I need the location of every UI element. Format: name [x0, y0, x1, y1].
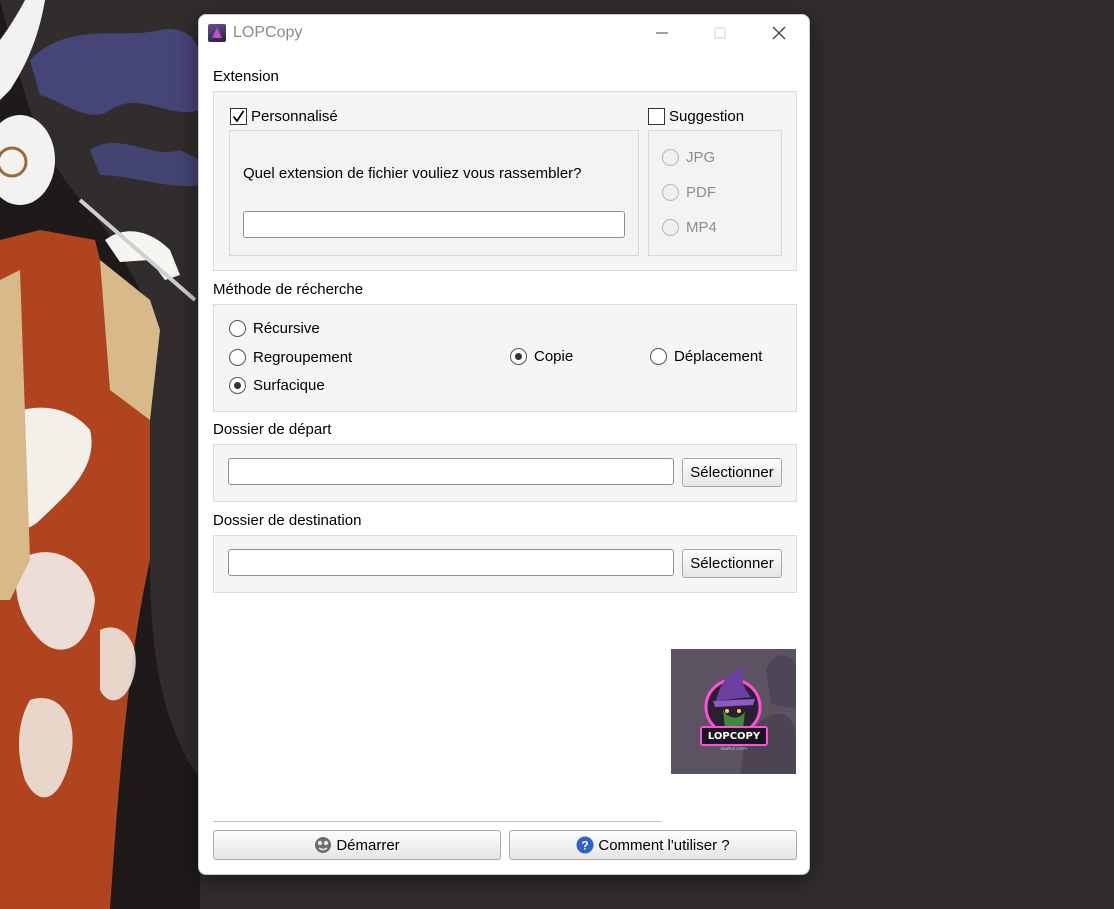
method-label-regroupement: Regroupement: [253, 349, 353, 366]
method-radio-regroupement[interactable]: [229, 349, 246, 366]
logo-text: LOPCOPY: [707, 731, 761, 742]
window-title: LOPCopy: [233, 24, 303, 41]
extension-prompt: Quel extension de fichier vouliez vous r…: [243, 165, 582, 182]
method-group: Récursive Regroupement Surfacique Copie …: [213, 304, 797, 412]
suggestion-checkbox[interactable]: [648, 108, 665, 125]
lopcopy-window: LOPCopy Extension Personnalisé Quel exte…: [198, 14, 810, 875]
source-section-label: Dossier de départ: [213, 421, 332, 438]
logo-subtitle: SIMPLE COPY: [720, 746, 748, 751]
app-icon: [208, 24, 226, 42]
suggestion-label-jpg: JPG: [686, 149, 716, 166]
start-icon: [315, 837, 332, 853]
mode-radio-deplacement[interactable]: [650, 348, 667, 365]
wizard-logo-icon: [671, 649, 796, 774]
custom-extension-panel: Quel extension de fichier vouliez vous r…: [229, 130, 639, 256]
svg-text:?: ?: [582, 839, 589, 853]
checkmark-icon: [232, 110, 245, 123]
help-button[interactable]: ? Comment l'utiliser ?: [509, 830, 797, 860]
extension-group: Personnalisé Quel extension de fichier v…: [213, 91, 797, 271]
suggestion-radio-mp4[interactable]: [662, 219, 679, 236]
custom-checkbox-label: Personnalisé: [251, 108, 338, 125]
mode-label-deplacement: Déplacement: [674, 348, 763, 365]
suggestion-radio-pdf[interactable]: [662, 184, 679, 201]
help-icon: ?: [576, 836, 594, 854]
custom-checkbox[interactable]: [230, 108, 247, 125]
progress-divider: [213, 821, 661, 822]
extension-section-label: Extension: [213, 68, 279, 85]
suggestion-panel: JPG PDF MP4: [648, 130, 782, 256]
source-folder-input[interactable]: [228, 458, 674, 485]
suggestion-label-mp4: MP4: [686, 219, 717, 236]
destination-group: Sélectionner: [213, 535, 797, 593]
mode-label-copie: Copie: [534, 348, 574, 365]
method-radio-recursive[interactable]: [229, 320, 246, 337]
method-label-surfacique: Surfacique: [253, 377, 325, 394]
method-label-recursive: Récursive: [253, 320, 320, 337]
start-button-label: Démarrer: [336, 836, 400, 854]
suggestion-label-pdf: PDF: [686, 184, 716, 201]
destination-folder-input[interactable]: [228, 549, 674, 576]
lopcopy-logo: LOPCOPY SIMPLE COPY: [671, 649, 796, 774]
suggestion-checkbox-label: Suggestion: [669, 108, 745, 125]
destination-section-label: Dossier de destination: [213, 512, 362, 529]
source-group: Sélectionner: [213, 444, 797, 502]
destination-select-button[interactable]: Sélectionner: [682, 549, 782, 578]
title-bar[interactable]: LOPCopy: [199, 15, 809, 51]
method-section-label: Méthode de récherche: [213, 281, 364, 298]
mode-radio-copie[interactable]: [510, 348, 527, 365]
start-button[interactable]: Démarrer: [213, 830, 501, 860]
method-radio-surfacique[interactable]: [229, 377, 246, 394]
extension-input[interactable]: [243, 211, 625, 238]
close-button[interactable]: [764, 21, 794, 45]
minimize-button[interactable]: [647, 21, 677, 45]
source-select-button[interactable]: Sélectionner: [682, 458, 782, 487]
help-button-label: Comment l'utiliser ?: [598, 836, 730, 854]
suggestion-radio-jpg[interactable]: [662, 149, 679, 166]
maximize-button: [705, 21, 735, 45]
